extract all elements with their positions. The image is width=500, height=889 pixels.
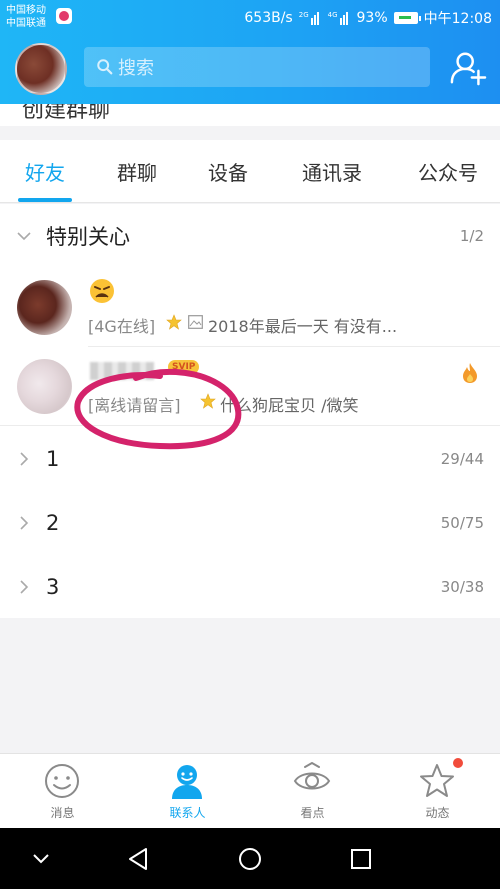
- divider: [88, 346, 500, 347]
- chevron-right-icon: [20, 580, 29, 594]
- nav-moments[interactable]: 动态: [375, 754, 500, 829]
- group-1[interactable]: 1 29/44: [0, 427, 500, 491]
- create-group-label: 创建群聊: [22, 104, 111, 123]
- contacts-icon: [172, 765, 202, 799]
- svip-badge: SVIP: [168, 360, 200, 374]
- contact-tabs: 好友 群聊 设备 通讯录 公众号: [0, 140, 500, 203]
- chevron-down-icon: [17, 232, 31, 241]
- system-nav-bar: [0, 828, 500, 889]
- clock: 中午12:08: [423, 11, 492, 27]
- nav-discover[interactable]: 看点: [250, 754, 375, 829]
- contact-row[interactable]: [4G在线] 2018年最后一天 有没有...: [0, 269, 500, 347]
- group-name: 3: [46, 575, 60, 599]
- carrier-labels: 中国移动 中国联通: [6, 4, 46, 30]
- star-icon: [200, 393, 216, 409]
- tab-indicator: [18, 198, 72, 202]
- app-notification-icon: [56, 8, 72, 24]
- chevron-right-icon: [20, 516, 29, 530]
- blurred-nickname: [90, 362, 154, 380]
- search-icon: [97, 59, 113, 75]
- tab-address-book[interactable]: 通讯录: [282, 140, 382, 203]
- status-bar: 中国移动 中国联通 653B/s 2G 4G 93% 中午12:08: [0, 0, 500, 34]
- carrier-1: 中国移动: [6, 5, 46, 16]
- bottom-nav: 消息 联系人 看点 动态: [0, 753, 500, 828]
- network-speed: 653B/s: [244, 10, 293, 26]
- status-right: 653B/s 2G 4G 93% 中午12:08: [244, 8, 492, 28]
- create-group-row[interactable]: 创建群聊: [0, 104, 500, 126]
- battery-percent: 93%: [356, 10, 388, 26]
- notification-dot: [453, 758, 463, 768]
- last-message: 2018年最后一天 有没有...: [208, 317, 398, 336]
- eye-icon: [293, 762, 331, 790]
- my-avatar[interactable]: [15, 43, 67, 95]
- add-friend-icon[interactable]: [449, 50, 487, 86]
- carrier-2: 中国联通: [6, 18, 46, 29]
- group-2[interactable]: 2 50/75: [0, 491, 500, 555]
- nav-contacts[interactable]: 联系人: [125, 754, 250, 829]
- home-icon[interactable]: [235, 844, 265, 874]
- group-count: 29/44: [440, 450, 484, 468]
- contact-list: 特别关心 1/2 [4G在线] 2018年最后一天 有没有... SVIP [离…: [0, 204, 500, 618]
- last-message: 什么狗屁宝贝 /微笑: [220, 396, 359, 415]
- signal-tag-2g: 2G: [298, 11, 309, 19]
- group-3[interactable]: 3 30/38: [0, 555, 500, 619]
- group-count: 50/75: [440, 514, 484, 532]
- back-icon[interactable]: [124, 844, 154, 874]
- star-icon: [166, 314, 182, 330]
- nav-label: 看点: [300, 806, 325, 820]
- avatar: [17, 280, 72, 335]
- angry-emoji-icon: [90, 279, 114, 303]
- contact-row[interactable]: SVIP [离线请留言] 什么狗屁宝贝 /微笑: [0, 348, 500, 426]
- hide-keyboard-icon[interactable]: [26, 844, 56, 874]
- chevron-right-icon: [20, 452, 29, 466]
- image-icon: [188, 315, 203, 329]
- tab-devices[interactable]: 设备: [183, 140, 273, 203]
- group-count: 1/2: [459, 227, 484, 245]
- tab-groups[interactable]: 群聊: [92, 140, 182, 203]
- tab-friends[interactable]: 好友: [0, 140, 90, 203]
- signal-2g-icon: 2G: [299, 11, 322, 25]
- group-count: 30/38: [440, 578, 484, 596]
- tab-official-accounts[interactable]: 公众号: [396, 140, 500, 203]
- divider: [0, 425, 500, 426]
- signal-tag-4g: 4G: [327, 11, 338, 19]
- fire-icon: [463, 363, 477, 383]
- group-name: 1: [46, 447, 60, 471]
- online-status: [4G在线]: [88, 317, 156, 336]
- group-special-care[interactable]: 特别关心 1/2: [0, 204, 500, 268]
- avatar: [17, 359, 72, 414]
- nav-label: 动态: [425, 806, 450, 820]
- star-outline-icon: [420, 764, 454, 797]
- nav-label: 联系人: [169, 806, 206, 820]
- online-status: [离线请留言]: [88, 396, 181, 415]
- recent-apps-icon[interactable]: [346, 844, 376, 874]
- top-header: 中国移动 中国联通 653B/s 2G 4G 93% 中午12:08 搜索: [0, 0, 500, 104]
- nav-messages[interactable]: 消息: [0, 754, 125, 829]
- smile-icon: [45, 764, 79, 798]
- battery-icon: [393, 12, 421, 24]
- search-input[interactable]: 搜索: [84, 47, 430, 87]
- nav-label: 消息: [50, 806, 75, 820]
- group-name: 特别关心: [46, 225, 130, 249]
- search-placeholder: 搜索: [118, 58, 154, 79]
- group-name: 2: [46, 511, 60, 535]
- signal-4g-icon: 4G: [328, 11, 351, 25]
